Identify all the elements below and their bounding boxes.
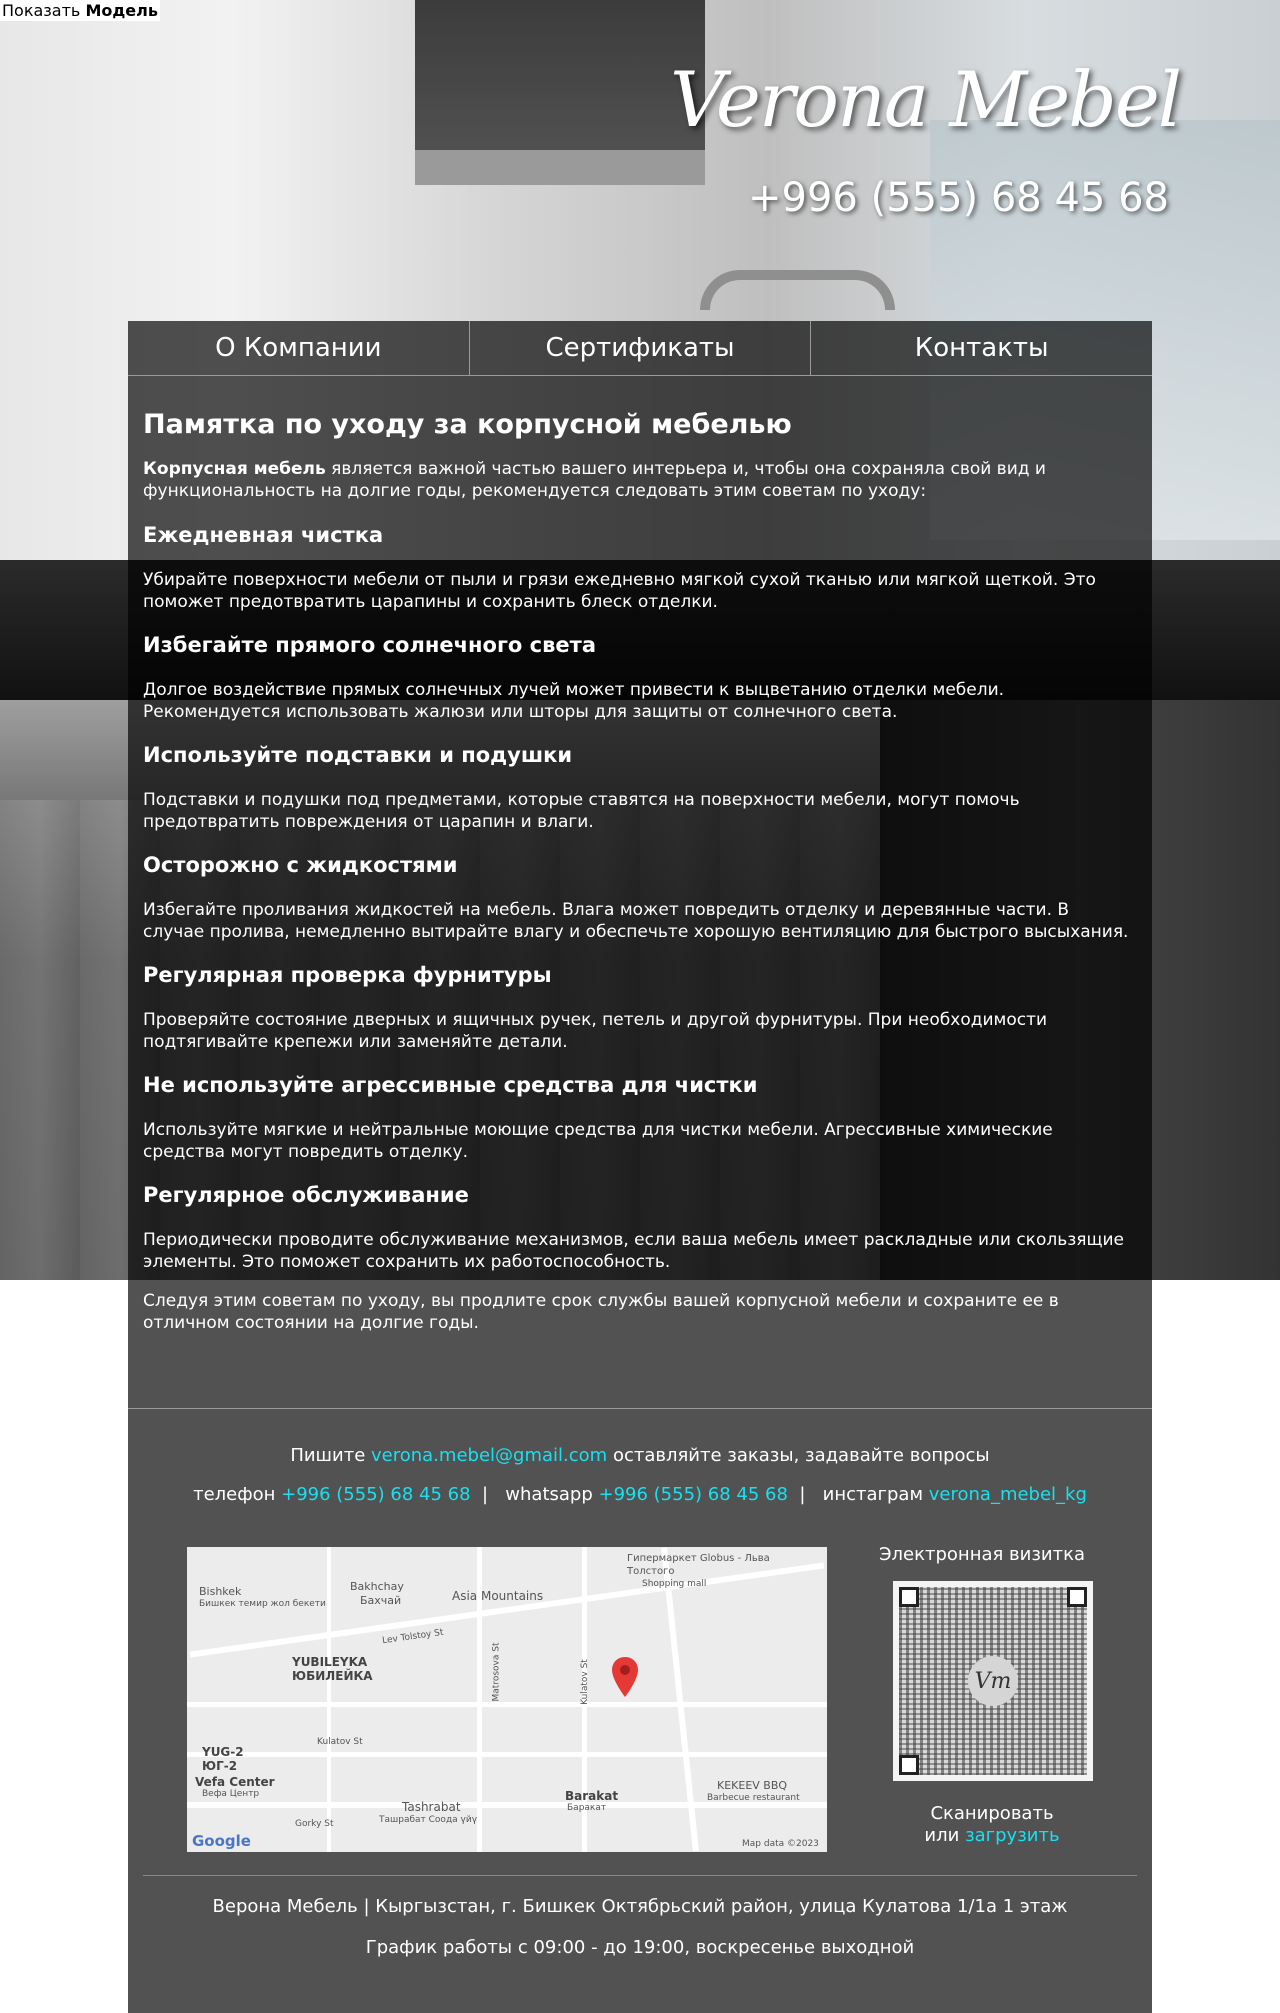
map-road	[327, 1547, 331, 1852]
section-text: Проверяйте состояние дверных и ящичных р…	[143, 1010, 1048, 1052]
map-label: ЮБИЛЕЙКА	[292, 1669, 373, 1683]
map-label: Tashrabat	[402, 1800, 461, 1814]
map-label: Kulatov St	[317, 1737, 363, 1747]
footer-phones-line: телефон +996 (555) 68 45 68 | whatsapp +…	[128, 1484, 1152, 1505]
section-text: Периодически проводите обслуживание меха…	[143, 1230, 1125, 1272]
map-label: ЮГ-2	[202, 1759, 238, 1773]
map-label: Бишкек темир жол бекети	[199, 1599, 326, 1609]
article-intro: Корпусная мебель является важной частью …	[143, 458, 1133, 502]
footer-contact-line: Пишите verona.mebel@gmail.com оставляйте…	[128, 1445, 1152, 1466]
location-map[interactable]: Bishkek Бишкек темир жол бекети Bakhchay…	[187, 1547, 827, 1852]
phone-link[interactable]: +996 (555) 68 45 68	[281, 1484, 470, 1505]
faucet	[700, 270, 895, 310]
map-label: Shopping mall	[642, 1579, 707, 1589]
main-nav: О Компании Сертификаты Контакты	[128, 321, 1152, 376]
section-heading: Используйте подставки и подушки	[143, 743, 573, 767]
phone-label: телефон	[193, 1484, 276, 1505]
section-heading: Не используйте агрессивные средства для …	[143, 1073, 758, 1097]
article: Памятка по уходу за корпусной мебелью Ко…	[143, 409, 1133, 1334]
map-label: Ташрабат Соода үйү	[379, 1815, 478, 1825]
map-label: KEKEEV BBQ	[717, 1779, 788, 1792]
whatsapp-label: whatsapp	[505, 1484, 593, 1505]
email-link[interactable]: verona.mebel@gmail.com	[371, 1445, 607, 1466]
map-label: YUBILEYKA	[292, 1655, 368, 1669]
qr-finder	[899, 1755, 919, 1775]
qr-title: Электронная визитка	[878, 1544, 1086, 1565]
qr-finder	[899, 1587, 919, 1607]
header-phone[interactable]: +996 (555) 68 45 68	[748, 175, 1169, 221]
map-label: Barbecue restaurant	[707, 1793, 800, 1803]
write-suffix: оставляйте заказы, задавайте вопросы	[612, 1445, 990, 1466]
section-heading: Ежедневная чистка	[143, 523, 384, 547]
article-intro-bold: Корпусная мебель	[143, 459, 326, 479]
footer-divider	[128, 1408, 1152, 1409]
scan-block: Сканировать или загрузить	[872, 1803, 1112, 1847]
map-attribution: Map data ©2023	[742, 1839, 819, 1849]
map-label: Вефа Центр	[202, 1789, 260, 1799]
section-heading: Избегайте прямого солнечного света	[143, 633, 596, 657]
scan-or: или	[924, 1825, 960, 1846]
main-panel: О Компании Сертификаты Контакты Памятка …	[128, 321, 1152, 2013]
map-pin-icon[interactable]	[612, 1657, 638, 1697]
whatsapp-link[interactable]: +996 (555) 68 45 68	[599, 1484, 788, 1505]
section-heading: Регулярная проверка фурнитуры	[143, 963, 552, 987]
show-model-prefix: Показать	[2, 1, 81, 20]
map-road	[187, 1702, 827, 1707]
range-hood-lip	[415, 150, 705, 185]
site-logo[interactable]: Verona Mebel	[670, 55, 1182, 144]
qr-logo: Vm	[968, 1656, 1018, 1706]
map-label: Бахчай	[360, 1594, 402, 1607]
google-logo: Google	[192, 1832, 251, 1850]
qr-code[interactable]: Vm	[893, 1581, 1093, 1781]
section-heading: Осторожно с жидкостями	[143, 853, 458, 877]
instagram-link[interactable]: verona_mebel_kg	[929, 1484, 1087, 1505]
section-text: Подставки и подушки под предметами, кото…	[143, 790, 1020, 832]
map-label: Bishkek	[199, 1585, 242, 1598]
nav-item-contacts[interactable]: Контакты	[811, 321, 1152, 375]
qr-finder	[1067, 1587, 1087, 1607]
map-label: Kulatov St	[579, 1659, 590, 1705]
nav-item-about[interactable]: О Компании	[128, 321, 470, 375]
separator: |	[793, 1484, 817, 1505]
map-label: Matrosova St	[491, 1642, 502, 1702]
article-title: Памятка по уходу за корпусной мебелью	[143, 409, 792, 440]
section-text: Избегайте проливания жидкостей на мебель…	[143, 900, 1129, 942]
write-prefix: Пишите	[290, 1445, 366, 1466]
map-label: Гипермаркет Globus - Льва Толстого	[627, 1553, 770, 1577]
section-text: Используйте мягкие и нейтральные моющие …	[143, 1120, 1053, 1162]
nav-item-certificates[interactable]: Сертификаты	[470, 321, 812, 375]
section-text: Долгое воздействие прямых солнечных луче…	[143, 680, 1005, 722]
scan-label: Сканировать	[930, 1803, 1054, 1824]
map-label: Bakhchay	[350, 1580, 404, 1593]
footer-address: Верона Мебель | Кыргызстан, г. Бишкек Ок…	[212, 1896, 1068, 1917]
download-link[interactable]: загрузить	[965, 1825, 1060, 1846]
show-model-bold: Модель	[85, 1, 158, 20]
map-label: Vefa Center	[195, 1775, 275, 1789]
map-label: Asia Mountains	[452, 1589, 544, 1603]
map-road	[187, 1752, 827, 1757]
map-label: YUG-2	[202, 1745, 244, 1759]
map-label: Баракат	[567, 1803, 607, 1813]
footer-divider	[143, 1875, 1137, 1876]
section-heading: Регулярное обслуживание	[143, 1183, 469, 1207]
show-model-toggle[interactable]: Показать Модель	[0, 0, 160, 21]
instagram-label: инстаграм	[822, 1484, 924, 1505]
footer-hours: График работы с 09:00 - до 19:00, воскре…	[365, 1937, 915, 1958]
map-label: Barakat	[565, 1789, 619, 1803]
scan-or-line: или загрузить	[872, 1825, 1112, 1847]
map-label: Gorky St	[295, 1819, 334, 1829]
separator: |	[476, 1484, 500, 1505]
article-closing: Следуя этим советам по уходу, вы продлит…	[143, 1291, 1059, 1333]
map-label: Lev Tolstoy St	[381, 1627, 445, 1647]
section-text: Убирайте поверхности мебели от пыли и гр…	[143, 570, 1096, 612]
